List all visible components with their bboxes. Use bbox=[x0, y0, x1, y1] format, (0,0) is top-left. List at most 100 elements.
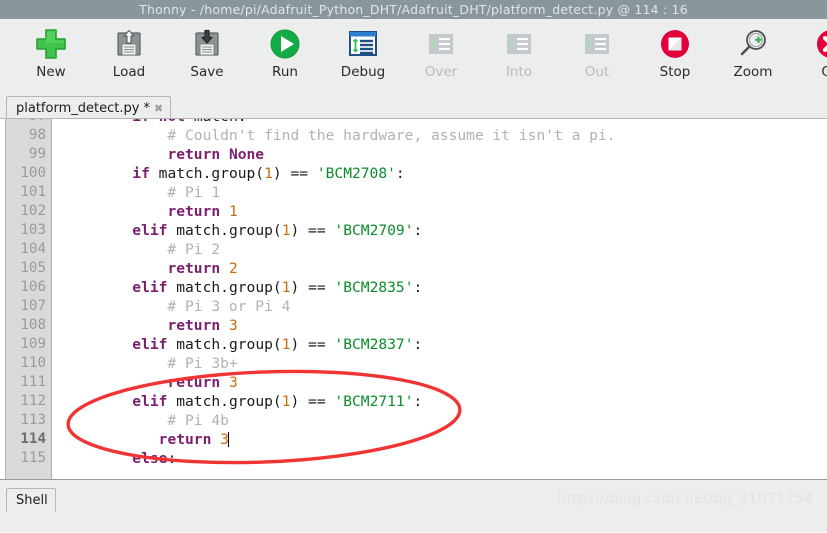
code-line[interactable]: 105 return 2 bbox=[0, 259, 827, 278]
run-button-label: Run bbox=[272, 64, 298, 80]
code-token: ) == bbox=[290, 393, 335, 410]
load-button[interactable]: Load bbox=[90, 23, 168, 89]
code-token: ) == bbox=[290, 279, 335, 296]
red-quit-x-circle-icon bbox=[811, 23, 827, 65]
code-token: : bbox=[413, 222, 423, 239]
code-line[interactable]: 101 # Pi 1 bbox=[0, 183, 827, 202]
save-button-label: Save bbox=[190, 64, 224, 80]
code-token: 3 bbox=[228, 374, 238, 391]
step-over-button[interactable]: Over bbox=[402, 23, 480, 89]
editor-tab-platform-detect[interactable]: platform_detect.py * ✖ bbox=[6, 96, 172, 120]
stop-button[interactable]: Stop bbox=[636, 23, 714, 89]
code-token: : bbox=[167, 450, 177, 467]
code-line-text: # Pi 4b bbox=[52, 411, 229, 430]
code-line[interactable]: 106 elif match.group(1) == 'BCM2835': bbox=[0, 278, 827, 297]
watermark-text: https://blog.csdn.net/qq_41071754 bbox=[557, 491, 813, 507]
code-token: return bbox=[158, 431, 212, 448]
code-token: ) == bbox=[290, 222, 335, 239]
debug-button-label: Debug bbox=[340, 64, 386, 80]
code-line-text: if not match: bbox=[52, 119, 246, 126]
code-line[interactable]: 112 elif match.group(1) == 'BCM2711': bbox=[0, 392, 827, 411]
code-line[interactable]: 103 elif match.group(1) == 'BCM2709': bbox=[0, 221, 827, 240]
code-token: return bbox=[167, 317, 221, 334]
debug-button[interactable]: Debug bbox=[324, 23, 402, 89]
code-lines[interactable]: 97 if not match:98 # Couldn't find the h… bbox=[0, 119, 827, 468]
save-button[interactable]: Save bbox=[168, 23, 246, 89]
code-line-text: return 1 bbox=[52, 202, 238, 221]
window-title-text: Thonny - /home/pi/Adafruit_Python_DHT/Ad… bbox=[139, 2, 688, 17]
line-number: 106 bbox=[20, 279, 46, 295]
code-line-text: elif match.group(1) == 'BCM2711': bbox=[52, 392, 422, 411]
code-line[interactable]: 113 # Pi 4b bbox=[0, 411, 827, 430]
code-token: else bbox=[132, 450, 168, 467]
code-line[interactable]: 97 if not match: bbox=[0, 119, 827, 126]
code-token: 'BCM2708' bbox=[316, 165, 396, 182]
code-token: ) == bbox=[290, 336, 335, 353]
run-button[interactable]: Run bbox=[246, 23, 324, 89]
code-token: elif bbox=[132, 279, 168, 296]
code-line-text: # Pi 1 bbox=[52, 183, 220, 202]
step-over-icon bbox=[421, 23, 461, 65]
code-scroll-area[interactable]: 97 if not match:98 # Couldn't find the h… bbox=[0, 119, 827, 479]
line-number: 104 bbox=[20, 241, 46, 257]
code-token: if bbox=[132, 165, 150, 182]
new-button[interactable]: New bbox=[12, 23, 90, 89]
code-token: return bbox=[167, 374, 221, 391]
zoom-button[interactable]: Zoom bbox=[714, 23, 792, 89]
code-token: 1 bbox=[228, 203, 238, 220]
line-number: 111 bbox=[20, 374, 46, 390]
code-token: elif bbox=[132, 336, 168, 353]
code-line-text: # Pi 3 or Pi 4 bbox=[52, 297, 290, 316]
code-token: : bbox=[395, 165, 405, 182]
new-file-plus-icon bbox=[31, 23, 71, 65]
code-line-text: # Pi 3b+ bbox=[52, 354, 237, 373]
code-line[interactable]: 108 return 3 bbox=[0, 316, 827, 335]
line-number: 114 bbox=[20, 431, 46, 447]
code-line[interactable]: 114 return 3 bbox=[0, 430, 827, 449]
code-line[interactable]: 115 else: bbox=[0, 449, 827, 468]
code-line-text: return 3 bbox=[52, 373, 238, 392]
step-into-button[interactable]: Into bbox=[480, 23, 558, 89]
code-token: 1 bbox=[264, 165, 273, 182]
code-line-text: return None bbox=[52, 145, 264, 164]
code-line[interactable]: 109 elif match.group(1) == 'BCM2837': bbox=[0, 335, 827, 354]
code-editor[interactable]: 97 if not match:98 # Couldn't find the h… bbox=[0, 118, 827, 480]
code-token: not bbox=[159, 119, 185, 125]
line-number: 105 bbox=[20, 260, 46, 276]
code-line[interactable]: 104 # Pi 2 bbox=[0, 240, 827, 259]
step-out-button[interactable]: Out bbox=[558, 23, 636, 89]
quit-button[interactable]: Qu bbox=[792, 23, 827, 89]
code-line-text: # Couldn't find the hardware, assume it … bbox=[52, 126, 615, 145]
close-icon[interactable]: ✖ bbox=[154, 103, 163, 114]
code-line[interactable]: 111 return 3 bbox=[0, 373, 827, 392]
code-token: match.group( bbox=[167, 336, 282, 353]
line-number: 110 bbox=[20, 355, 46, 371]
code-line[interactable]: 99 return None bbox=[0, 145, 827, 164]
code-line[interactable]: 98 # Couldn't find the hardware, assume … bbox=[0, 126, 827, 145]
code-token: 2 bbox=[228, 260, 238, 277]
step-out-icon bbox=[577, 23, 617, 65]
code-line[interactable]: 107 # Pi 3 or Pi 4 bbox=[0, 297, 827, 316]
code-line-text: elif match.group(1) == 'BCM2709': bbox=[52, 221, 422, 240]
shell-tab[interactable]: Shell bbox=[6, 488, 56, 512]
code-token: return bbox=[167, 260, 221, 277]
code-line[interactable]: 110 # Pi 3b+ bbox=[0, 354, 827, 373]
code-token: 'BCM2711' bbox=[334, 393, 414, 410]
code-line[interactable]: 100 if match.group(1) == 'BCM2708': bbox=[0, 164, 827, 183]
code-line-text: return 2 bbox=[52, 259, 238, 278]
code-line[interactable]: 102 return 1 bbox=[0, 202, 827, 221]
shell-panel: Shell https://blog.csdn.net/qq_41071754 bbox=[0, 480, 827, 532]
debug-step-list-icon bbox=[343, 23, 383, 65]
code-token: # Pi 4b bbox=[62, 412, 229, 429]
zoom-button-label: Zoom bbox=[733, 64, 773, 80]
line-number: 100 bbox=[20, 165, 46, 181]
